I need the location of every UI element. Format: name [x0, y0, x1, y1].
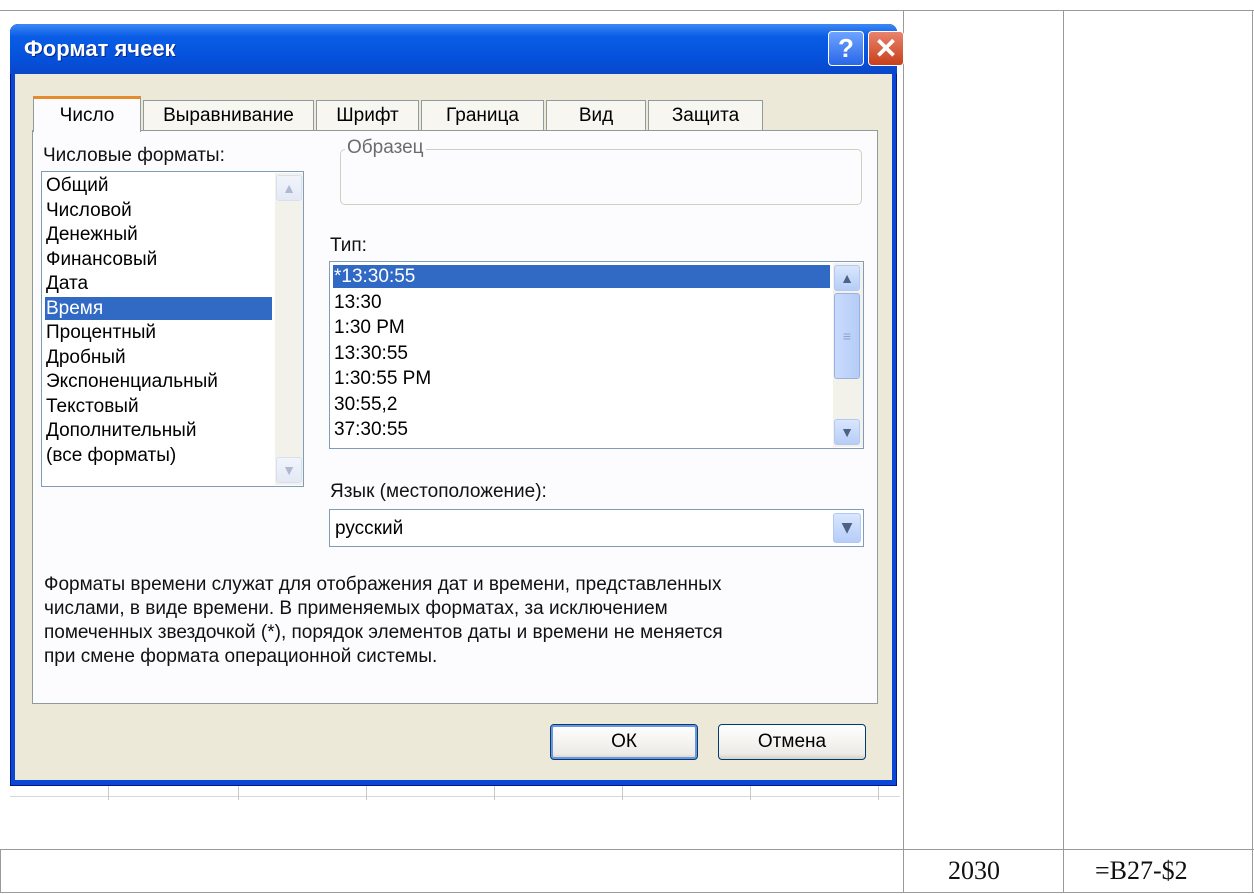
help-button[interactable]: ?: [828, 31, 864, 66]
tab-fill[interactable]: Вид: [546, 100, 646, 130]
number-format-item[interactable]: Денежный: [45, 223, 138, 246]
table-divider: [0, 849, 1254, 850]
formats-scrollbar[interactable]: ▲ ▼: [275, 173, 303, 485]
table-divider: [903, 10, 904, 893]
table-cell-formula: =B27-$2: [1095, 856, 1188, 885]
dialog-titlebar[interactable]: Формат ячеек ? ✕: [10, 24, 904, 74]
number-format-item[interactable]: Время: [45, 296, 272, 320]
tab-font[interactable]: Шрифт: [316, 100, 419, 130]
description-line: Форматы времени служат для отображения д…: [44, 574, 722, 595]
dialog-client-area: Число Выравнивание Шрифт Граница Вид Защ…: [15, 74, 892, 780]
help-icon: ?: [838, 33, 854, 63]
scroll-down-icon[interactable]: ▼: [834, 419, 860, 445]
tab-alignment[interactable]: Выравнивание: [143, 100, 314, 130]
locale-dropdown[interactable]: русский ▼: [329, 509, 864, 547]
sheet-gridline: [494, 786, 495, 800]
table-divider: [0, 849, 1, 893]
locale-label: Язык (местоположение):: [330, 481, 547, 502]
number-format-item[interactable]: Дополнительный: [45, 419, 196, 442]
chevron-down-icon[interactable]: ▼: [833, 513, 861, 543]
type-item[interactable]: *13:30:55: [333, 265, 830, 288]
number-formats-list[interactable]: Общий Числовой Денежный Финансовый Дата Время…: [41, 171, 304, 487]
table-cell-value: 2030: [948, 856, 1000, 885]
number-format-item[interactable]: Процентный: [45, 321, 156, 344]
number-format-item[interactable]: Общий: [45, 174, 109, 197]
sample-groupbox: Образец: [340, 137, 862, 205]
tab-protection[interactable]: Защита: [648, 100, 763, 130]
type-list[interactable]: *13:30:55 13:30 1:30 PM 13:30:55 1:30:55 PM 3…: [329, 261, 864, 449]
description-line: при смене формата операционной системы.: [44, 646, 438, 667]
tab-number[interactable]: Число: [33, 96, 141, 132]
number-format-item[interactable]: Экспоненциальный: [45, 370, 218, 393]
format-description: Форматы времени служат для отображения д…: [44, 573, 869, 669]
number-format-item[interactable]: Финансовый: [45, 248, 157, 271]
table-divider: [1063, 10, 1064, 893]
type-item[interactable]: 1:30:55 PM: [333, 367, 431, 390]
type-item[interactable]: 30:55,2: [333, 393, 397, 416]
scroll-thumb[interactable]: ≡: [834, 293, 860, 379]
scroll-down-icon[interactable]: ▼: [276, 457, 302, 483]
number-format-item[interactable]: Дата: [45, 272, 88, 295]
tab-border[interactable]: Граница: [421, 100, 544, 130]
description-line: числами, в виде времени. В применяемых ф…: [44, 598, 668, 619]
tab-panel-number: Числовые форматы: Общий Числовой Денежный Ф…: [32, 130, 878, 704]
ok-button[interactable]: ОК: [550, 724, 698, 760]
number-formats-label: Числовые форматы:: [43, 145, 225, 166]
sheet-gridline: [238, 786, 239, 800]
sheet-gridline: [750, 786, 751, 800]
number-format-item[interactable]: (все форматы): [45, 444, 176, 467]
number-format-item[interactable]: Дробный: [45, 346, 126, 369]
sheet-gridline: [622, 786, 623, 800]
cancel-button[interactable]: Отмена: [718, 724, 866, 760]
sample-label: Образец: [345, 137, 426, 159]
type-item[interactable]: 37:30:55: [333, 418, 408, 441]
number-format-item[interactable]: Числовой: [45, 199, 132, 222]
table-divider: [0, 10, 1254, 11]
sheet-gridline: [878, 786, 879, 800]
sheet-gridline: [366, 786, 367, 800]
dialog-title: Формат ячеек: [24, 36, 176, 61]
close-icon: ✕: [874, 33, 898, 64]
table-divider: [0, 892, 1254, 893]
close-button[interactable]: ✕: [868, 31, 904, 66]
type-item[interactable]: 13:30:55: [333, 342, 408, 365]
type-item[interactable]: 13:30: [333, 291, 382, 314]
scroll-up-icon[interactable]: ▲: [834, 265, 860, 291]
type-label: Тип:: [330, 235, 367, 256]
table-divider: [1252, 10, 1253, 893]
description-line: помеченных звездочкой (*), порядок элеме…: [44, 622, 723, 643]
scroll-up-icon[interactable]: ▲: [276, 175, 302, 201]
sheet-gridline: [10, 796, 900, 797]
sheet-gridline: [108, 786, 109, 800]
number-format-item[interactable]: Текстовый: [45, 395, 139, 418]
type-item[interactable]: 1:30 PM: [333, 316, 405, 339]
format-cells-dialog: Формат ячеек ? ✕ Число Выравнивание Шриф…: [10, 24, 904, 786]
type-scrollbar[interactable]: ▲ ≡ ▼: [833, 263, 863, 447]
locale-value: русский: [335, 518, 404, 539]
